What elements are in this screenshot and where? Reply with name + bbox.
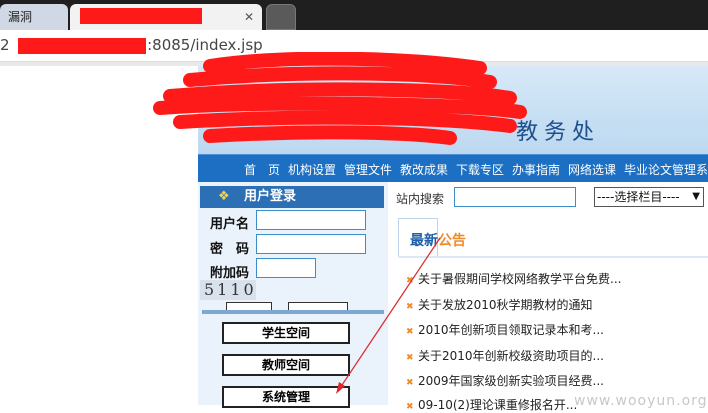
password-input[interactable]: [256, 234, 366, 254]
news-item[interactable]: ✖ 关于2010年创新校级资助项目的...: [406, 347, 604, 364]
bullet-icon: ✖: [406, 378, 414, 388]
chevron-down-icon: ▼: [692, 191, 700, 202]
bullet-icon: ✖: [406, 276, 414, 286]
news-item[interactable]: ✖ 2010年创新项目领取记录本和考...: [406, 321, 604, 338]
bullet-icon: ✖: [406, 353, 414, 363]
nav-results[interactable]: 教改成果: [400, 161, 448, 178]
redaction-mark: [80, 8, 202, 24]
username-label: 用户名: [210, 217, 250, 232]
news-item[interactable]: ✖ 关于发放2010秋学期教材的通知: [406, 296, 593, 313]
student-space-button[interactable]: 学生空间: [222, 322, 350, 344]
divider: [398, 256, 708, 258]
teacher-space-button[interactable]: 教师空间: [222, 354, 350, 376]
nav-home[interactable]: 首 页: [244, 161, 280, 178]
search-label: 站内搜索: [396, 192, 445, 206]
divider: [202, 310, 384, 314]
nav-course[interactable]: 网络选课: [568, 161, 616, 178]
redaction-scribble: [153, 52, 527, 145]
nav-docs[interactable]: 管理文件: [344, 161, 392, 178]
captcha-input[interactable]: [256, 258, 316, 278]
nav-thesis[interactable]: 毕业论文管理系: [624, 161, 708, 178]
news-title: 最新公告: [410, 233, 466, 249]
site-search: 站内搜索 ----选择栏目---- ▼: [388, 182, 708, 212]
nav-org[interactable]: 机构设置: [288, 161, 336, 178]
login-panel: ❖ 用户登录 用户名 密 码 附加码 5110 学生空间 教师空间 系统管理: [198, 182, 388, 408]
username-input[interactable]: [256, 210, 366, 230]
watermark: www.wooyun.org: [574, 393, 708, 409]
new-tab-button[interactable]: [266, 4, 296, 30]
browser-tab-bar: 漏洞 ✕: [0, 0, 708, 30]
captcha-image: 5110: [200, 280, 256, 300]
star-icon: ❖: [218, 189, 230, 204]
browser-tab-1[interactable]: 漏洞: [0, 4, 68, 30]
nav-guide[interactable]: 办事指南: [512, 161, 560, 178]
redaction-mark: [18, 38, 146, 54]
main-nav: 首 页 机构设置 管理文件 教改成果 下载专区 办事指南 网络选课 毕业论文管理…: [198, 154, 708, 182]
news-panel: 最新公告 ✖ 关于暑假期间学校网络教学平台免费... ✖ 关于发放2010秋学期教材…: [396, 218, 708, 412]
search-input[interactable]: [454, 187, 576, 207]
close-icon[interactable]: ✕: [244, 4, 254, 30]
captcha-label: 附加码: [210, 266, 250, 281]
login-header: ❖ 用户登录: [200, 186, 384, 208]
category-select[interactable]: ----选择栏目---- ▼: [594, 187, 704, 207]
news-item[interactable]: ✖ 2009年国家级创新实验项目经费...: [406, 372, 604, 389]
bullet-icon: ✖: [406, 302, 414, 312]
bullet-icon: ✖: [406, 402, 414, 412]
password-label: 密 码: [210, 242, 250, 257]
tab-title: 漏洞: [8, 10, 33, 24]
news-item[interactable]: ✖ 关于暑假期间学校网络教学平台免费...: [406, 270, 621, 287]
bullet-icon: ✖: [406, 327, 414, 337]
nav-downloads[interactable]: 下载专区: [456, 161, 504, 178]
